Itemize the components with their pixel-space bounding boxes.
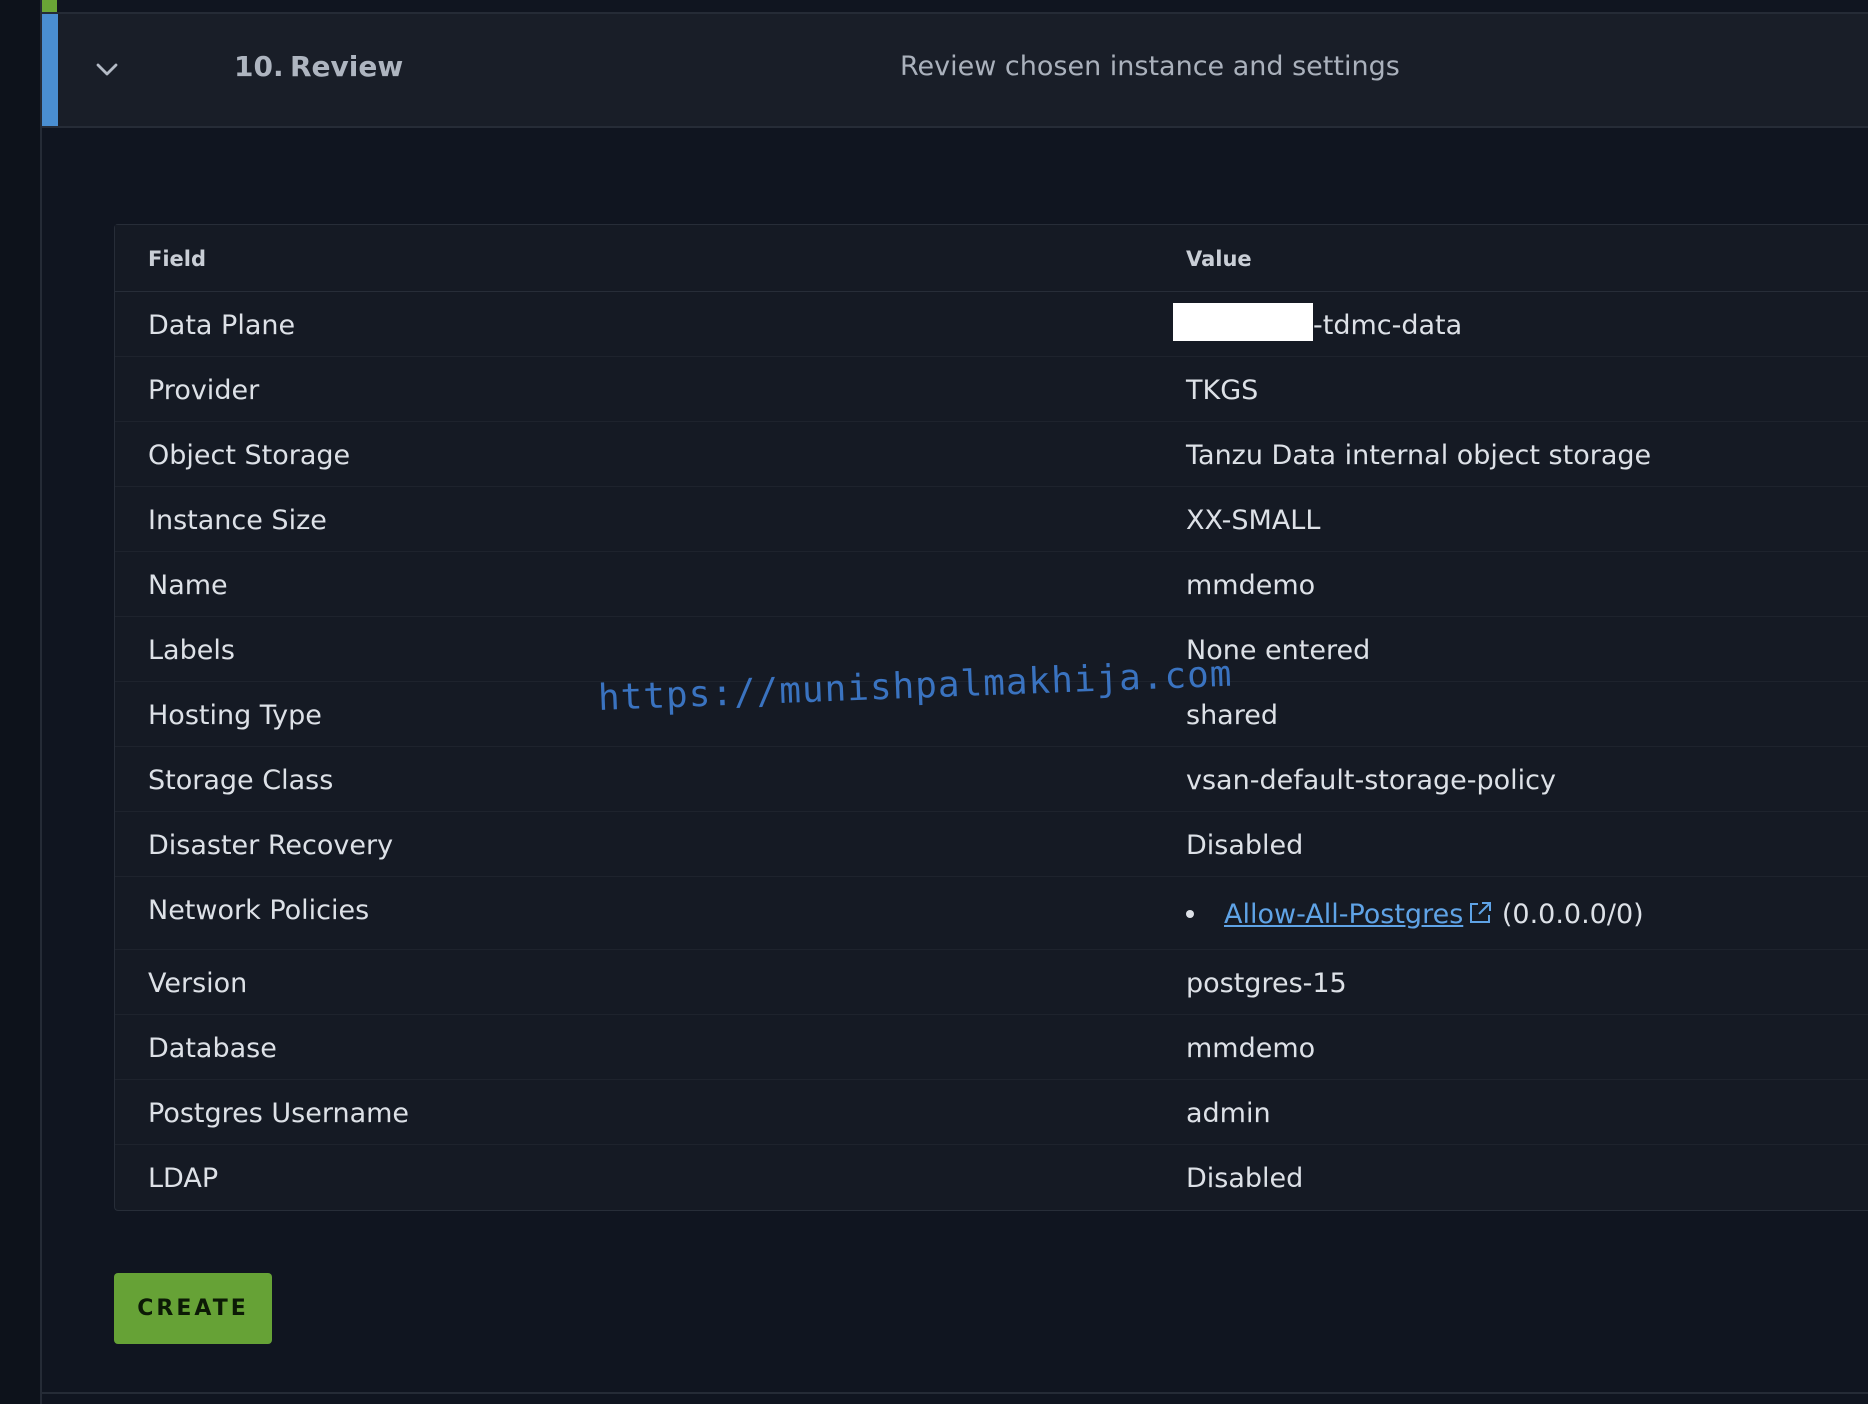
network-policy-cidr: (0.0.0.0/0) (1501, 899, 1644, 930)
row-field: Database (148, 1033, 277, 1064)
row-value: admin (1186, 1098, 1271, 1129)
row-field: Instance Size (148, 505, 327, 536)
row-field: Disaster Recovery (148, 830, 394, 861)
row-value: shared (1186, 700, 1278, 731)
table-row: Data Plane -tdmc-data (115, 292, 1868, 357)
redaction-box (1173, 302, 1313, 341)
row-value: Disabled (1186, 1163, 1304, 1194)
step-title: Review (290, 50, 404, 83)
page: 10. Review Review chosen instance and se… (0, 0, 1868, 1404)
row-field: Version (148, 968, 248, 999)
row-value: -tdmc-data (1173, 302, 1463, 341)
row-field: Network Policies (148, 895, 370, 926)
table-header: Field Value (115, 225, 1868, 292)
left-rail-divider (40, 0, 42, 1404)
row-value: vsan-default-storage-policy (1186, 765, 1556, 796)
network-policy-link[interactable]: Allow-All-Postgres (1224, 899, 1463, 930)
column-header-field: Field (148, 247, 207, 271)
row-field: Storage Class (148, 765, 334, 796)
bullet (1186, 909, 1194, 918)
column-header-value: Value (1186, 247, 1252, 271)
row-field: Postgres Username (148, 1098, 410, 1129)
table-row: Name mmdemo (115, 552, 1868, 617)
row-field: Provider (148, 375, 260, 406)
row-value: mmdemo (1186, 570, 1316, 601)
row-value: Tanzu Data internal object storage (1186, 440, 1652, 471)
row-field: Name (148, 570, 228, 601)
table-row: Database mmdemo (115, 1015, 1868, 1080)
step-description: Review chosen instance and settings (900, 51, 1400, 82)
row-field: LDAP (148, 1163, 219, 1194)
previous-step-indicator (42, 0, 57, 12)
table-row: Version postgres-15 (115, 950, 1868, 1015)
row-value: mmdemo (1186, 1033, 1316, 1064)
network-policy-list-item: Allow-All-Postgres (0.0.0.0/0) (1186, 899, 1644, 930)
data-plane-suffix: -tdmc-data (1313, 310, 1463, 341)
table-row: Object Storage Tanzu Data internal objec… (115, 422, 1868, 487)
chevron-down-icon[interactable] (92, 54, 122, 84)
table-row: Network Policies Allow-All-Postgres (0.0… (115, 877, 1868, 950)
row-value: Disabled (1186, 830, 1304, 861)
row-value: TKGS (1186, 375, 1259, 406)
row-value: XX-SMALL (1186, 505, 1321, 536)
step-header[interactable]: 10. Review Review chosen instance and se… (42, 14, 1868, 128)
external-link-icon[interactable] (1467, 900, 1493, 926)
row-value: postgres-15 (1186, 968, 1347, 999)
row-field: Object Storage (148, 440, 351, 471)
row-field: Labels (148, 635, 235, 666)
review-table: Field Value Data Plane -tdmc-data Provid… (114, 224, 1868, 1211)
table-row: Storage Class vsan-default-storage-polic… (115, 747, 1868, 812)
step-active-indicator (42, 14, 58, 126)
create-button[interactable]: CREATE (114, 1273, 272, 1344)
row-field: Data Plane (148, 310, 296, 341)
left-rail (0, 0, 40, 1404)
table-row: Postgres Username admin (115, 1080, 1868, 1145)
row-field: Hosting Type (148, 700, 322, 731)
table-row: Provider TKGS (115, 357, 1868, 422)
table-row: Disaster Recovery Disabled (115, 812, 1868, 877)
table-row: LDAP Disabled (115, 1145, 1868, 1210)
table-row: Instance Size XX-SMALL (115, 487, 1868, 552)
step-number: 10. (234, 50, 284, 83)
divider (42, 1392, 1868, 1394)
